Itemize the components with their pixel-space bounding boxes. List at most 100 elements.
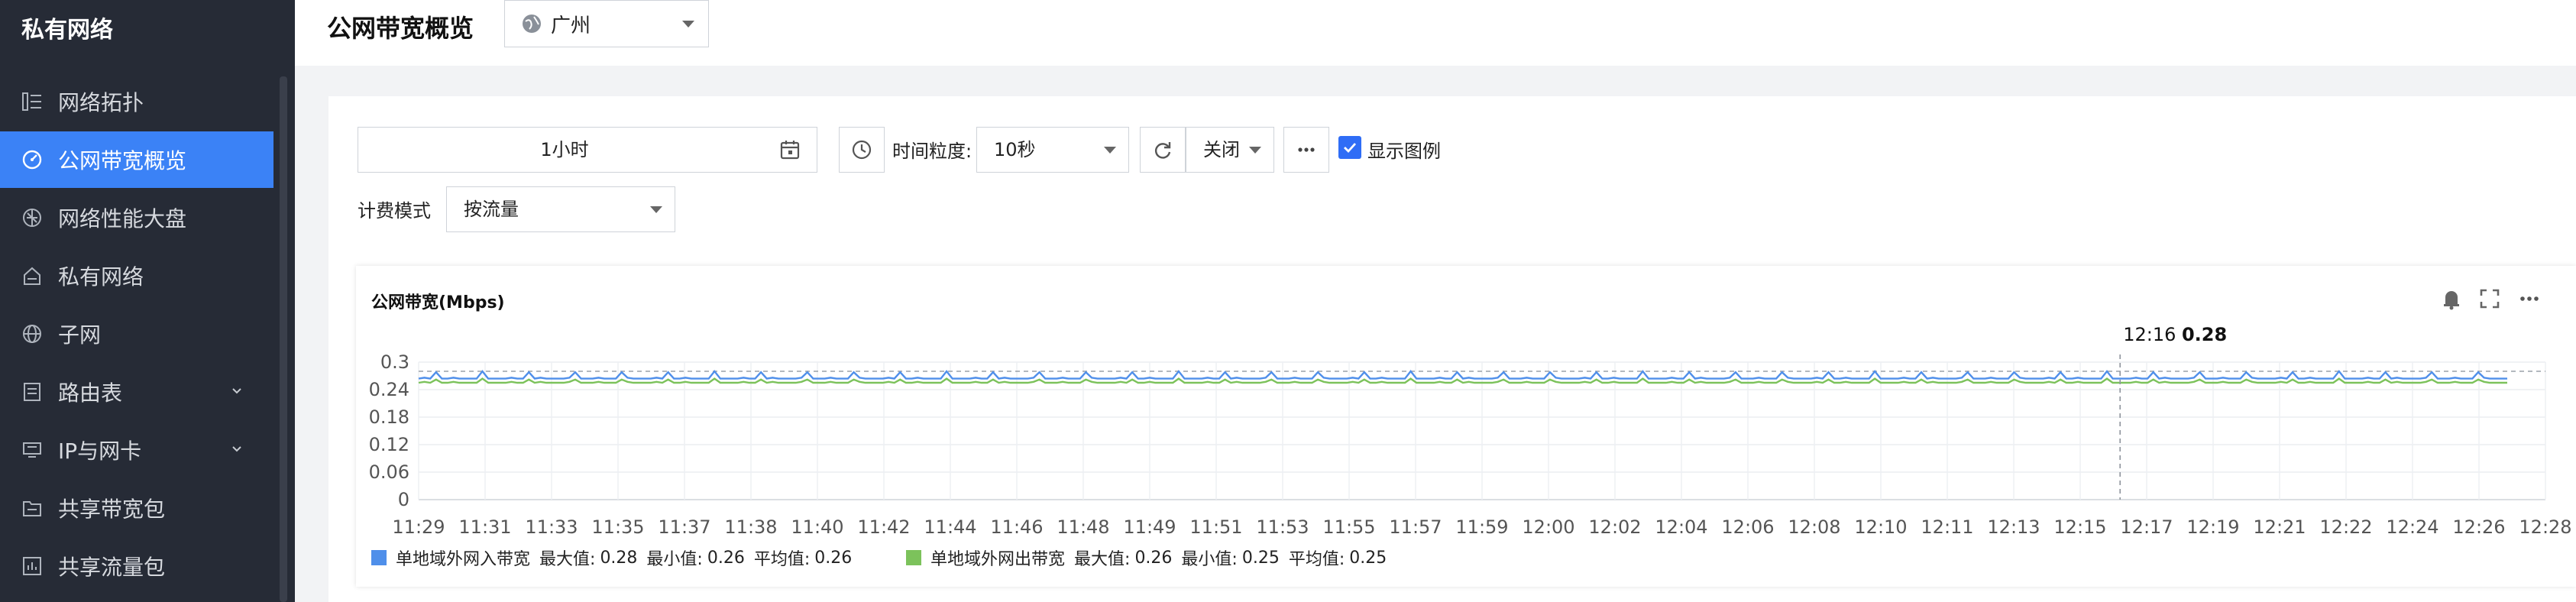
x-tick-label: 11:44 bbox=[924, 516, 976, 538]
y-tick-label: 0.18 bbox=[369, 406, 409, 428]
y-tick-label: 0.12 bbox=[369, 434, 409, 455]
sidebar: 私有网络 网络拓扑 公网带宽概览 网络性能大盘 私有网络 子网 路由表 IP与网… bbox=[0, 0, 295, 602]
tooltip-time: 12:16 bbox=[2123, 324, 2182, 345]
legend-series-name: 单地域外网入带宽 bbox=[396, 550, 531, 569]
x-tick-label: 11:51 bbox=[1189, 516, 1242, 538]
legend-swatch bbox=[906, 550, 921, 565]
x-tick-label: 12:04 bbox=[1655, 516, 1707, 538]
legend-min-label: 最小值: bbox=[646, 550, 703, 569]
legend-series-name: 单地域外网出带宽 bbox=[930, 550, 1066, 569]
time-range-picker[interactable]: 1小时 bbox=[358, 127, 817, 173]
x-tick-label: 12:26 bbox=[2452, 516, 2505, 538]
y-tick-label: 0.24 bbox=[369, 379, 409, 400]
legend-avg-label: 平均值: bbox=[1288, 550, 1345, 569]
granularity-select[interactable]: 10秒 bbox=[976, 127, 1129, 173]
sidebar-item-route-table[interactable]: 路由表 bbox=[0, 364, 273, 420]
bell-icon bbox=[2444, 291, 2459, 310]
sidebar-item-label: 公网带宽概览 bbox=[58, 148, 187, 173]
refresh-button[interactable] bbox=[1140, 127, 1186, 173]
sidebar-item-label: 网络拓扑 bbox=[58, 90, 144, 115]
chart-more-button[interactable] bbox=[2516, 286, 2542, 312]
page-header: 公网带宽概览 广州 bbox=[295, 0, 2576, 66]
more-options-button[interactable] bbox=[1283, 127, 1329, 173]
x-tick-label: 12:13 bbox=[1987, 516, 2040, 538]
chevron-down-icon[interactable] bbox=[231, 385, 243, 397]
x-tick-label: 12:22 bbox=[2319, 516, 2372, 538]
x-tick-label: 11:42 bbox=[857, 516, 910, 538]
legend-item-inbound[interactable]: 单地域外网入带宽 最大值: 0.28 最小值: 0.26 平均值: 0.26 bbox=[371, 545, 852, 570]
x-tick-label: 11:59 bbox=[1455, 516, 1508, 538]
sidebar-item-shared-traffic[interactable]: 共享流量包 bbox=[0, 538, 273, 594]
x-tick-label: 11:40 bbox=[791, 516, 843, 538]
ellipsis-icon bbox=[1298, 147, 1315, 152]
sidebar-item-performance[interactable]: 网络性能大盘 bbox=[0, 189, 273, 246]
bandwidth-gauge-icon bbox=[20, 147, 44, 172]
x-tick-label: 12:08 bbox=[1788, 516, 1840, 538]
legend-max-value: 0.26 bbox=[1134, 548, 1173, 568]
globe-icon bbox=[20, 322, 44, 346]
sidebar-item-label: 共享带宽包 bbox=[58, 497, 166, 522]
auto-refresh-value: 关闭 bbox=[1203, 139, 1240, 160]
x-tick-label: 11:31 bbox=[458, 516, 511, 538]
show-legend-checkbox[interactable] bbox=[1338, 136, 1361, 159]
bandwidth-chart-panel: 公网带宽(Mbps) 0.3 0.24 0.18 0.12 0.06 0 11:29 11:3… bbox=[356, 266, 2576, 587]
x-tick-label: 11:35 bbox=[591, 516, 644, 538]
bar-chart-icon bbox=[20, 554, 44, 578]
x-tick-label: 12:15 bbox=[2053, 516, 2106, 538]
legend-max-label: 最大值: bbox=[1074, 550, 1131, 569]
billing-mode-select[interactable]: 按流量 bbox=[446, 186, 675, 232]
x-tick-label: 12:02 bbox=[1588, 516, 1641, 538]
x-tick-label: 12:06 bbox=[1721, 516, 1774, 538]
topology-icon bbox=[20, 89, 44, 114]
sidebar-item-ip-nic[interactable]: IP与网卡 bbox=[0, 422, 273, 478]
legend-avg-value: 0.26 bbox=[814, 548, 853, 568]
billing-mode-label: 计费模式 bbox=[358, 200, 431, 222]
sidebar-item-label: 子网 bbox=[58, 322, 102, 348]
x-tick-label: 12:00 bbox=[1522, 516, 1574, 538]
ellipsis-icon bbox=[2520, 296, 2539, 301]
house-icon bbox=[20, 264, 44, 288]
caret-down-icon bbox=[1104, 147, 1116, 154]
sidebar-item-shared-bandwidth[interactable]: 共享带宽包 bbox=[0, 480, 273, 536]
route-table-icon bbox=[20, 380, 44, 404]
sidebar-item-vpc[interactable]: 私有网络 bbox=[0, 248, 273, 304]
chevron-down-icon[interactable] bbox=[231, 443, 243, 455]
legend-swatch bbox=[371, 550, 387, 565]
x-tick-label: 12:19 bbox=[2186, 516, 2239, 538]
sidebar-item-subnet[interactable]: 子网 bbox=[0, 306, 273, 362]
performance-icon bbox=[20, 206, 44, 230]
legend-item-outbound[interactable]: 单地域外网出带宽 最大值: 0.26 最小值: 0.25 平均值: 0.25 bbox=[906, 545, 1387, 570]
legend-avg-value: 0.25 bbox=[1349, 548, 1387, 568]
auto-refresh-select[interactable]: 关闭 bbox=[1186, 127, 1274, 173]
legend-avg-label: 平均值: bbox=[753, 550, 811, 569]
clock-button[interactable] bbox=[839, 127, 885, 173]
alarm-button[interactable] bbox=[2438, 286, 2464, 312]
x-tick-label: 12:11 bbox=[1921, 516, 1973, 538]
chart-title: 公网带宽(Mbps) bbox=[371, 293, 505, 312]
x-tick-label: 11:53 bbox=[1256, 516, 1309, 538]
fullscreen-button[interactable] bbox=[2477, 286, 2503, 312]
legend-max-label: 最大值: bbox=[539, 550, 596, 569]
sidebar-item-topology[interactable]: 网络拓扑 bbox=[0, 73, 273, 130]
sidebar-item-bandwidth-overview[interactable]: 公网带宽概览 bbox=[0, 131, 273, 188]
x-tick-label: 12:17 bbox=[2120, 516, 2173, 538]
fullscreen-icon bbox=[2480, 289, 2500, 309]
region-select[interactable]: 广州 bbox=[504, 0, 709, 47]
caret-down-icon bbox=[650, 206, 662, 213]
legend-max-value: 0.28 bbox=[600, 548, 638, 568]
caret-down-icon bbox=[1249, 147, 1261, 154]
main-card: 1小时 时间粒度: 10秒 关闭 显示图例 计费模式 按流量 公网带宽(Mbps… bbox=[328, 96, 2576, 602]
y-tick-label: 0.3 bbox=[380, 351, 409, 373]
sidebar-item-label: 网络性能大盘 bbox=[58, 206, 187, 231]
sidebar-scrollbar[interactable] bbox=[280, 76, 287, 602]
refresh-icon bbox=[1154, 142, 1171, 159]
x-tick-label: 11:49 bbox=[1123, 516, 1176, 538]
y-tick-label: 0 bbox=[398, 489, 409, 510]
nic-icon bbox=[20, 438, 44, 462]
calendar-icon[interactable] bbox=[778, 138, 801, 161]
y-tick-label: 0.06 bbox=[369, 461, 409, 483]
page-title: 公网带宽概览 bbox=[327, 14, 474, 43]
granularity-label: 时间粒度: bbox=[892, 141, 972, 162]
series-line-inbound bbox=[418, 370, 2507, 380]
x-tick-label: 11:29 bbox=[392, 516, 445, 538]
